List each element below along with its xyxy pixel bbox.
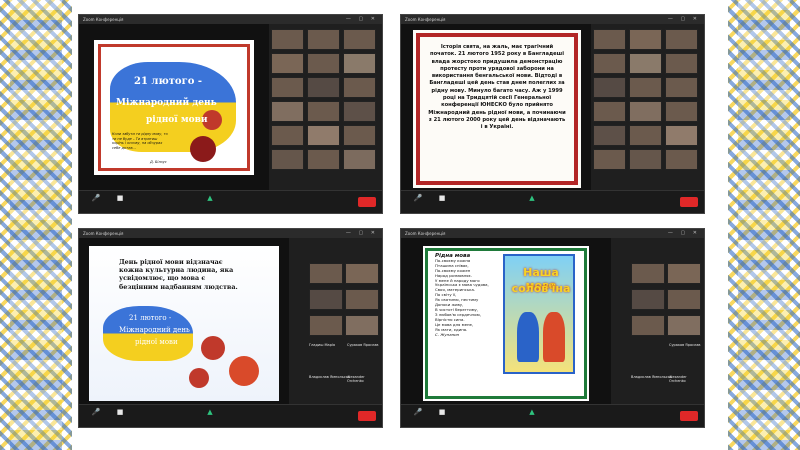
end-button[interactable] bbox=[680, 197, 698, 207]
shared-screen: Історія свята, на жаль, має трагічний по… bbox=[401, 24, 591, 192]
window-title: Zoom Конференція — ▢ ✕ bbox=[79, 15, 382, 24]
slide-title-date: 21 лютого - bbox=[134, 76, 202, 87]
window-title: Zoom Конференція — ▢ ✕ bbox=[401, 15, 704, 24]
camera-icon: ■ bbox=[438, 408, 446, 416]
video-button[interactable]: ■ bbox=[109, 408, 131, 417]
microphone-icon: 🎤 bbox=[91, 408, 101, 416]
participant-name: Владислав Ямпольськ bbox=[631, 375, 672, 379]
share-screen-button[interactable]: ▲ bbox=[521, 408, 543, 417]
end-button[interactable] bbox=[358, 197, 376, 207]
window-title: Zoom Конференція — ▢ ✕ bbox=[401, 229, 704, 238]
slide-headline: День рідної мови відзначає кожна культур… bbox=[119, 258, 238, 291]
camera-icon: ■ bbox=[438, 194, 446, 202]
share-icon: ▲ bbox=[207, 408, 213, 416]
slide-title-line3: рідної мови bbox=[135, 338, 178, 346]
meeting-toolbar: 🎤 ■ ▲ bbox=[401, 404, 704, 427]
participant-gallery: Гладиш Марія Сураков Ярослав Владислав Я… bbox=[309, 243, 381, 403]
participant-name: Alexander Orchenko bbox=[669, 375, 687, 383]
participant-gallery: Сураков Ярослав Владислав Ямпольськ Alex… bbox=[631, 243, 703, 403]
share-screen-button[interactable]: ▲ bbox=[521, 194, 543, 203]
share-screen-button[interactable]: ▲ bbox=[199, 408, 221, 417]
meeting-toolbar: 🎤 ■ ▲ bbox=[401, 190, 704, 213]
share-icon: ▲ bbox=[529, 408, 535, 416]
end-button[interactable] bbox=[680, 411, 698, 421]
slide-title-line3: рідної мови bbox=[146, 115, 208, 125]
slide-title-line2: Міжнародний день bbox=[119, 326, 190, 334]
camera-icon: ■ bbox=[116, 194, 124, 202]
poem-block: Рідна мова По-своєму кожна Пташина співа… bbox=[435, 253, 501, 337]
microphone-icon: 🎤 bbox=[413, 408, 423, 416]
participant-gallery bbox=[593, 29, 703, 189]
zoom-screenshot-1: Zoom Конференція — ▢ ✕ 21 лютого - Міжнар… bbox=[78, 14, 383, 214]
zoom-screenshot-3: Zoom Конференція — ▢ ✕ День рідної мови в… bbox=[78, 228, 383, 428]
slide-mother-language-day: 21 лютого - Міжнародний день рідної мови… bbox=[94, 40, 254, 175]
meeting-toolbar: 🎤 ■ ▲ bbox=[79, 190, 382, 213]
video-button[interactable]: ■ bbox=[109, 194, 131, 203]
shared-screen: 21 лютого - Міжнародний день рідної мови… bbox=[79, 24, 269, 192]
slide-culture: День рідної мови відзначає кожна культур… bbox=[89, 246, 279, 401]
mic-button[interactable]: 🎤 bbox=[407, 194, 429, 203]
slide-title-date: 21 лютого - bbox=[129, 314, 172, 322]
embroidery-border-left bbox=[0, 0, 72, 450]
share-icon: ▲ bbox=[529, 194, 535, 202]
participant-name: Сураков Ярослав bbox=[669, 343, 701, 347]
camera-icon: ■ bbox=[116, 408, 124, 416]
slide-author: Д. Білоус bbox=[150, 160, 167, 164]
mic-button[interactable]: 🎤 bbox=[85, 194, 107, 203]
video-button[interactable]: ■ bbox=[431, 408, 453, 417]
slide-history: Історія свята, на жаль, має трагічний по… bbox=[413, 30, 581, 188]
participant-name: Alexander Orchenko bbox=[347, 375, 365, 383]
window-title: Zoom Конференція — ▢ ✕ bbox=[79, 229, 382, 238]
share-icon: ▲ bbox=[207, 194, 213, 202]
slide-title-line2: Міжнародний день bbox=[116, 98, 217, 108]
microphone-icon: 🎤 bbox=[413, 194, 423, 202]
slide-poem: Рідна мова По-своєму кожна Пташина співа… bbox=[423, 246, 589, 401]
zoom-screenshot-2: Zoom Конференція — ▢ ✕ Історія свята, на … bbox=[400, 14, 705, 214]
participant-name: Гладиш Марія bbox=[309, 343, 335, 347]
share-screen-button[interactable]: ▲ bbox=[199, 194, 221, 203]
microphone-icon: 🎤 bbox=[91, 194, 101, 202]
mic-button[interactable]: 🎤 bbox=[85, 408, 107, 417]
shared-screen: Рідна мова По-своєму кожна Пташина співа… bbox=[401, 238, 611, 406]
embroidery-border-right bbox=[728, 0, 800, 450]
end-button[interactable] bbox=[358, 411, 376, 421]
slide-poem: Коли забути ти рідну мову, то ти не буде… bbox=[112, 132, 168, 150]
poem-author: С. Жупанин bbox=[435, 331, 460, 337]
participant-gallery bbox=[271, 29, 381, 189]
shared-screen: День рідної мови відзначає кожна культур… bbox=[79, 238, 289, 406]
slide-history-text: Історія свята, на жаль, має трагічний по… bbox=[428, 44, 566, 131]
meeting-toolbar: 🎤 ■ ▲ bbox=[79, 404, 382, 427]
poster-title-line2: солов'їна bbox=[511, 282, 571, 295]
participant-name: Сураков Ярослав bbox=[347, 343, 379, 347]
zoom-screenshot-4: Zoom Конференція — ▢ ✕ Рідна мова По-своє… bbox=[400, 228, 705, 428]
poster-our-language: Наша мова солов'їна bbox=[503, 254, 575, 374]
mic-button[interactable]: 🎤 bbox=[407, 408, 429, 417]
participant-name: Владислав Ямпольськ bbox=[309, 375, 350, 379]
video-button[interactable]: ■ bbox=[431, 194, 453, 203]
